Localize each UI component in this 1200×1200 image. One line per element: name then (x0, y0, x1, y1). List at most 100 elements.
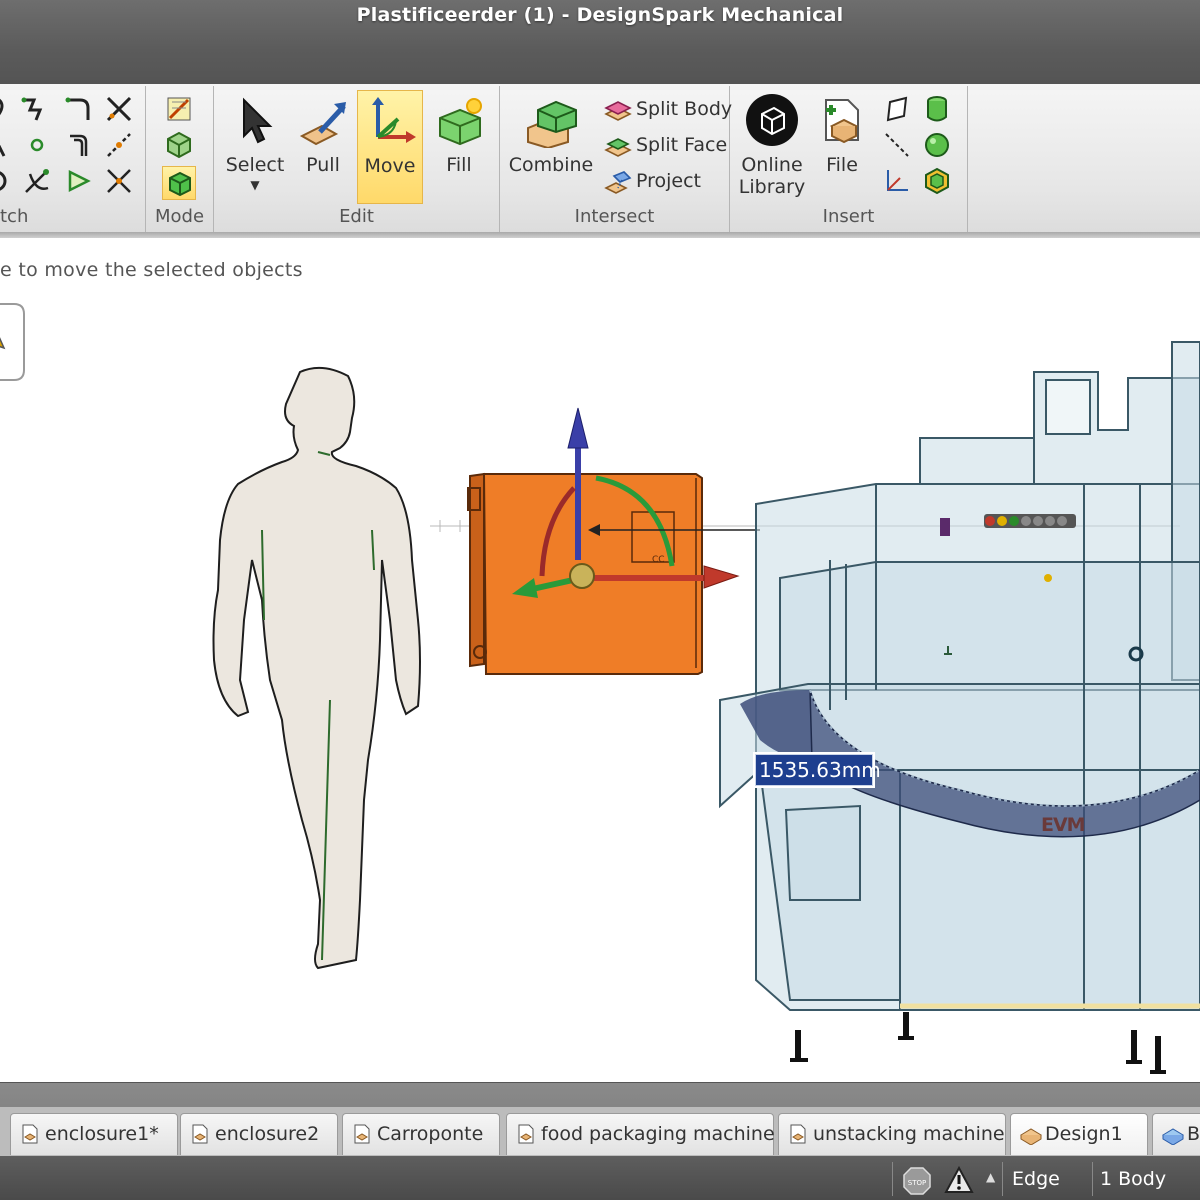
pull-button[interactable]: Pull (292, 90, 354, 204)
split-face-label: Split Face (636, 134, 728, 156)
combine-label: Combine (508, 154, 594, 176)
tab-enclosure1[interactable]: enclosure1* (10, 1113, 178, 1155)
dimension-input[interactable]: 1535.63mm (753, 752, 881, 788)
online-label: Online (741, 154, 803, 176)
tab-label: enclosure2 (215, 1123, 320, 1145)
document-icon (354, 1124, 370, 1144)
ribbon-group-edit: Select ▼ Pull Move Fill Edit (214, 86, 500, 232)
fill-icon (439, 98, 482, 146)
window-title: Plastificeerder (1) - DesignSpark Mechan… (356, 4, 844, 26)
ribbon-group-label: tch (0, 206, 29, 227)
3d-mode-button[interactable] (162, 166, 196, 200)
select-cursor-icon (243, 97, 273, 144)
document-icon (192, 1124, 208, 1144)
ribbon-group-insert: Online Library File Insert (730, 86, 968, 232)
sketch-point-icon[interactable] (22, 130, 52, 160)
tab-food-packaging-machine[interactable]: food packaging machine (506, 1113, 775, 1155)
warning-icon[interactable] (944, 1166, 974, 1194)
file-button[interactable]: File (812, 90, 872, 204)
stop-icon[interactable]: STOP (902, 1166, 932, 1196)
move-button[interactable]: Move (357, 90, 423, 204)
insert-file-icon (825, 99, 859, 144)
ribbon-group-mode: Mode (146, 86, 214, 232)
fill-label: Fill (446, 154, 472, 176)
split-body-label: Split Body (636, 98, 733, 120)
online-library-button[interactable]: Online Library (736, 90, 808, 204)
human-scale-figure (212, 366, 421, 970)
machine-dot (1044, 574, 1052, 582)
fill-button[interactable]: Fill (428, 90, 490, 204)
tab-label: Carroponte (377, 1123, 484, 1145)
mini-toolbar-bubble[interactable] (0, 303, 25, 381)
online-library-label: Online Library (736, 154, 808, 198)
cylinder-icon[interactable] (922, 94, 952, 124)
split-body-icon (604, 101, 632, 121)
origin-icon[interactable] (882, 166, 912, 196)
axis-line-icon[interactable] (882, 130, 912, 160)
project-label: Project (636, 170, 702, 192)
tab-carroponte[interactable]: Carroponte (342, 1113, 500, 1155)
chevron-down-icon[interactable]: ▼ (218, 178, 292, 192)
status-divider (892, 1162, 893, 1196)
library-label: Library (738, 176, 806, 198)
3d-mode-icon (169, 171, 191, 197)
packaging-machine-model[interactable] (719, 341, 1200, 1011)
tab-label: B (1187, 1123, 1200, 1145)
select-button[interactable]: Select ▼ (218, 90, 292, 204)
plane-icon[interactable] (882, 94, 912, 124)
section-mode-icon[interactable] (164, 130, 194, 160)
ribbon-group-sketch: tch (0, 86, 146, 232)
sphere-icon[interactable] (922, 130, 952, 160)
sketch-polyline-icon[interactable] (20, 94, 50, 124)
tab-label: unstacking machine (813, 1123, 1005, 1145)
ribbon: tch Mode Select ▼ Pull Move Fill Edit Co… (0, 84, 1200, 236)
document-icon (518, 1124, 534, 1144)
tab-design1[interactable]: Design1 (1010, 1113, 1148, 1155)
sketch-line-icon[interactable] (0, 130, 16, 160)
combine-icon (527, 100, 577, 148)
machine-label: EVM (1041, 814, 1086, 836)
sketch-project-icon[interactable] (64, 166, 94, 196)
pull-label: Pull (306, 154, 340, 176)
tab-label: food packaging machine (541, 1123, 775, 1145)
svg-text:STOP: STOP (908, 1179, 926, 1187)
sketch-circle-icon[interactable] (0, 166, 16, 196)
sketch-extend-icon[interactable] (104, 130, 134, 160)
design-icon (1162, 1128, 1184, 1145)
project-icon (604, 171, 632, 194)
shell-icon[interactable] (922, 166, 952, 196)
document-icon (790, 1124, 806, 1144)
online-library-icon (746, 94, 798, 146)
sketch-fillet-icon[interactable] (64, 94, 94, 124)
combine-button[interactable]: Combine (508, 90, 594, 204)
selection-filter[interactable]: Edge (1012, 1168, 1060, 1190)
up-arrow-icon[interactable]: ▲ (986, 1170, 995, 1184)
ribbon-group-label: Edit (339, 206, 374, 227)
machine-switch (940, 518, 950, 536)
sketch-arc-icon[interactable] (0, 94, 16, 124)
sketch-mode-icon[interactable] (164, 94, 194, 124)
sketch-offset-icon[interactable] (64, 130, 94, 160)
ribbon-group-intersect: Combine Split Body Split Face Project In… (500, 86, 733, 232)
indicator-lights (984, 514, 1076, 528)
document-icon (22, 1124, 38, 1144)
selection-count: 1 Body (1100, 1168, 1167, 1190)
sketch-spline-icon[interactable] (22, 166, 52, 196)
sketch-trim-icon[interactable] (104, 94, 134, 124)
tab-b[interactable]: B (1152, 1113, 1200, 1155)
status-divider (1092, 1162, 1093, 1196)
tab-label: Design1 (1045, 1123, 1123, 1145)
viewport-scene: CC (0, 303, 1200, 1074)
move-label: Move (364, 155, 416, 177)
select-label: Select (225, 154, 285, 176)
file-label: File (826, 154, 858, 176)
ribbon-divider (0, 232, 1200, 238)
status-hint: e to move the selected objects (0, 259, 303, 281)
machine-feet (790, 1003, 1200, 1074)
3d-viewport[interactable]: CC 1535.63mm EVM (0, 240, 1200, 1082)
tab-enclosure2[interactable]: enclosure2 (180, 1113, 338, 1155)
status-divider (1002, 1162, 1003, 1196)
sketch-split-icon[interactable] (104, 166, 134, 196)
split-face-icon (604, 138, 632, 157)
tab-unstacking-machine[interactable]: unstacking machine (778, 1113, 1006, 1155)
